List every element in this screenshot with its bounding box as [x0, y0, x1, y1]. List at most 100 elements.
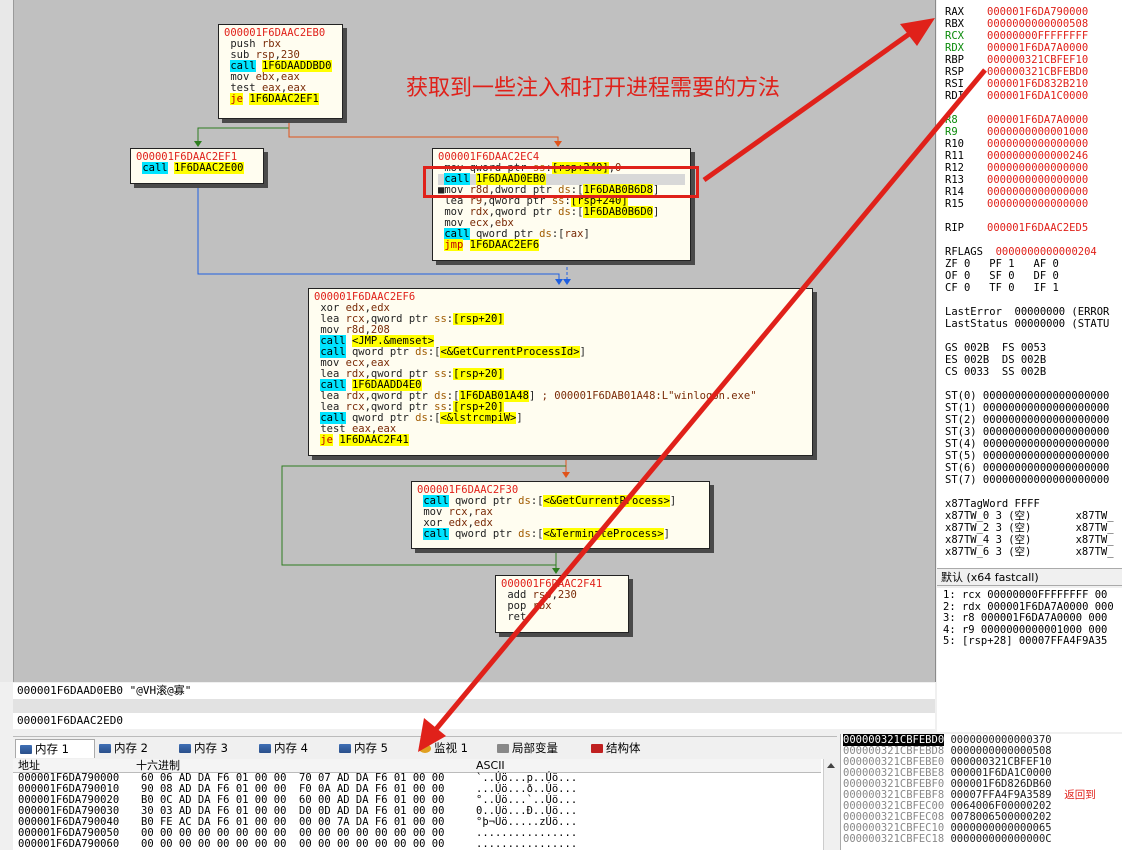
- tab-3[interactable]: 内存 3: [175, 739, 255, 758]
- tab-2[interactable]: 内存 2: [95, 739, 175, 758]
- dump-header-ascii[interactable]: ASCII: [476, 759, 505, 772]
- lasterror-row: LastError 00000000 (ERROR: [945, 306, 1110, 318]
- flags-row[interactable]: ZF 0 PF 1 AF 0: [945, 258, 1059, 270]
- memory-icon: [259, 744, 271, 753]
- instruction-token: 1F6DAB0B6D0: [583, 206, 653, 218]
- register-row[interactable]: R10 0000000000000000: [945, 138, 1088, 150]
- fpu-row: ST(2) 00000000000000000000: [945, 414, 1110, 426]
- register-value[interactable]: 000000321CBFEBD0: [987, 66, 1088, 78]
- code-block-n1[interactable]: 000001F6DAAC2EB0 push rbx sub rsp,230 ca…: [218, 24, 343, 119]
- register-value[interactable]: 0000000000000000: [987, 174, 1088, 186]
- register-value[interactable]: 000001F6DAAC2ED5: [987, 222, 1088, 234]
- register-value[interactable]: 0000000000000000: [987, 198, 1088, 210]
- instruction-token: ]: [583, 228, 590, 240]
- register-value[interactable]: 000000321CBFEF10: [987, 54, 1088, 66]
- tab-4[interactable]: 内存 4: [255, 739, 335, 758]
- instruction-token: ]: [663, 528, 670, 540]
- flags-row[interactable]: CF 0 TF 0 IF 1: [945, 282, 1059, 294]
- scroll-up-icon[interactable]: [827, 763, 835, 768]
- instruction-token: ; 000001F6DAB01A48:L"winlogon.exe": [541, 390, 757, 402]
- instruction-token: :[: [530, 528, 544, 540]
- flags-row[interactable]: OF 0 SF 0 DF 0: [945, 270, 1059, 282]
- x87-tag-row: x87TagWord FFFF: [945, 498, 1040, 510]
- tab-6[interactable]: 监视 1: [415, 739, 493, 758]
- register-value[interactable]: 000001F6D832B210: [987, 78, 1088, 90]
- register-row[interactable]: RCX 00000000FFFFFFFF: [945, 30, 1088, 42]
- dump-scrollbar[interactable]: [823, 759, 838, 850]
- code-block-n6[interactable]: 000001F6DAAC2F41 add rsp,230 pop rbx ret: [495, 575, 629, 633]
- register-value[interactable]: 0000000000000000: [987, 138, 1088, 150]
- stack-row[interactable]: 000000321CBFEC18 000000000000000C: [843, 834, 1052, 845]
- memory-dump-panel[interactable]: 地址 十六进制 ASCII 000001F6DA790000 60 06 AD D…: [13, 759, 838, 850]
- register-value[interactable]: 0000000000000000: [987, 186, 1088, 198]
- register-value[interactable]: 000001F6DA790000: [987, 6, 1088, 18]
- register-row[interactable]: R9 0000000000001000: [945, 126, 1088, 138]
- register-row[interactable]: RAX 000001F6DA790000: [945, 6, 1088, 18]
- register-value[interactable]: 000001F6DA1C0000: [987, 90, 1088, 102]
- calling-convention-selector[interactable]: 默认 (x64 fastcall): [937, 568, 1122, 586]
- register-row[interactable]: R15 0000000000000000: [945, 198, 1088, 210]
- dump-ascii[interactable]: ................: [476, 839, 577, 850]
- dump-header-address[interactable]: 地址: [18, 759, 40, 772]
- rflags-value[interactable]: 0000000000000204: [983, 246, 1097, 258]
- register-row[interactable]: [945, 210, 987, 222]
- tab-7[interactable]: 局部变量: [493, 739, 587, 758]
- tab-1[interactable]: 内存 1: [15, 739, 95, 758]
- instruction-token: je: [320, 434, 333, 446]
- register-name: R11: [945, 150, 964, 162]
- register-row[interactable]: R11 0000000000000246: [945, 150, 1088, 162]
- instruction-line[interactable]: ret: [501, 612, 623, 623]
- dump-header-hex[interactable]: 十六进制: [136, 759, 180, 772]
- register-name: R12: [945, 162, 964, 174]
- tab-5[interactable]: 内存 5: [335, 739, 415, 758]
- register-row[interactable]: R13 0000000000000000: [945, 174, 1088, 186]
- register-row[interactable]: RSP 000000321CBFEBD0: [945, 66, 1088, 78]
- register-value[interactable]: 0000000000001000: [987, 126, 1088, 138]
- dump-hex[interactable]: 00 00 00 00 00 00 00 00 00 00 00 00 00 0…: [141, 839, 444, 850]
- code-block-n4[interactable]: 000001F6DAAC2EF6 xor edx,edx lea rcx,qwo…: [308, 288, 813, 456]
- stack-panel[interactable]: 000000321CBFEBD0 0000000000000370 0000003…: [840, 734, 1122, 850]
- instruction-line[interactable]: call qword ptr ds:[<&TerminateProcess>]: [417, 528, 704, 540]
- register-row[interactable]: RSI 000001F6D832B210: [945, 78, 1088, 90]
- arguments-panel: 1: rcx 00000000FFFFFFFF 00 2: rdx 000001F…: [937, 588, 1122, 732]
- register-value[interactable]: 000001F6DA7A0000: [987, 114, 1088, 126]
- register-value[interactable]: 0000000000000246: [987, 150, 1088, 162]
- register-value[interactable]: 0000000000000508: [987, 18, 1088, 30]
- tab-8[interactable]: 结构体: [587, 739, 667, 758]
- code-block-n3[interactable]: 000001F6DAAC2EC4 mov qword ptr ss:[rsp+2…: [432, 148, 691, 261]
- instruction-line[interactable]: jmp 1F6DAAC2EF6: [438, 239, 685, 251]
- instruction-token: :[: [427, 346, 441, 358]
- x87-tag-row: x87TW_2 3 (空) x87TW_: [945, 522, 1114, 534]
- register-value[interactable]: 0000000000000000: [987, 162, 1088, 174]
- register-row[interactable]: R12 0000000000000000: [945, 162, 1088, 174]
- tab-label: 结构体: [606, 741, 641, 755]
- argument-row[interactable]: 3: r8 000001F6DA7A0000 000: [943, 612, 1122, 625]
- register-value[interactable]: 000001F6DA7A0000: [987, 42, 1088, 54]
- instruction-token: :[: [570, 206, 584, 218]
- register-row[interactable]: RIP 000001F6DAAC2ED5: [945, 222, 1088, 234]
- instruction-line[interactable]: je 1F6DAAC2F41: [314, 434, 807, 446]
- register-name: RBP: [945, 54, 964, 66]
- fpu-row: ST(5) 00000000000000000000: [945, 450, 1110, 462]
- register-row[interactable]: [945, 102, 987, 114]
- register-name: RCX: [945, 30, 964, 42]
- code-block-n2[interactable]: 000001F6DAAC2EF1 call 1F6DAAC2E00: [130, 148, 264, 184]
- instruction-line[interactable]: je 1F6DAAC2EF1: [224, 93, 337, 105]
- argument-row[interactable]: 1: rcx 00000000FFFFFFFF 00: [943, 589, 1122, 602]
- register-row[interactable]: RBX 0000000000000508: [945, 18, 1088, 30]
- register-value[interactable]: 00000000FFFFFFFF: [987, 30, 1088, 42]
- instruction-token: [rsp+20]: [453, 313, 504, 325]
- code-block-n5[interactable]: 000001F6DAAC2F30 call qword ptr ds:[<&Ge…: [411, 481, 710, 549]
- instruction-line[interactable]: call 1F6DAAC2E00: [136, 162, 258, 174]
- argument-row[interactable]: 5: [rsp+28] 00007FFA4F9A35: [943, 635, 1122, 648]
- instruction-token: call: [142, 162, 168, 174]
- graph-view[interactable]: 000001F6DAAC2EB0 push rbx sub rsp,230 ca…: [0, 0, 936, 682]
- register-row[interactable]: RDI 000001F6DA1C0000: [945, 90, 1088, 102]
- register-row[interactable]: RDX 000001F6DA7A0000: [945, 42, 1088, 54]
- register-row[interactable]: R14 0000000000000000: [945, 186, 1088, 198]
- register-row[interactable]: R8 000001F6DA7A0000: [945, 114, 1088, 126]
- register-row[interactable]: RBP 000000321CBFEF10: [945, 54, 1088, 66]
- stack-value[interactable]: 000000000000000C: [944, 833, 1051, 845]
- registers-panel[interactable]: RAX 000001F6DA790000 RBX 0000000000000508 RC…: [937, 0, 1122, 568]
- tab-label: 内存 3: [194, 741, 228, 755]
